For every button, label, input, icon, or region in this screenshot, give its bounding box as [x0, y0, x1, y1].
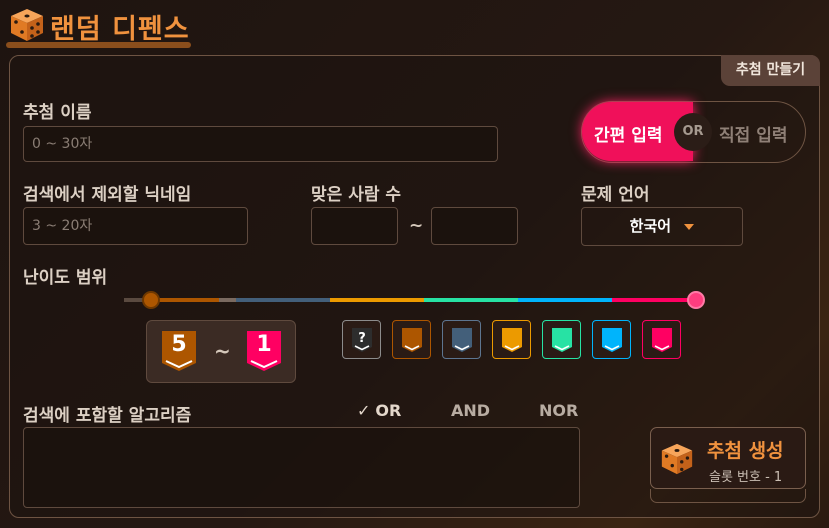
tier-button-gold[interactable]	[492, 320, 531, 359]
tier-button-silver[interactable]	[442, 320, 481, 359]
silver-tier-icon	[452, 328, 472, 352]
difficulty-label: 난이도 범위	[23, 268, 108, 288]
gold-tier-icon	[502, 328, 522, 352]
dice-logo-icon	[11, 9, 43, 41]
language-value: 한국어	[629, 217, 672, 235]
bronze-tier-icon	[402, 328, 422, 352]
max-tier-badge: 1	[247, 331, 281, 371]
ruby-tier-icon	[652, 328, 672, 352]
generate-button-shadow	[650, 489, 806, 503]
slot-number: 슬롯 번호 - 1	[709, 470, 783, 485]
solved-separator: ~	[409, 216, 424, 236]
slider-max-handle[interactable]	[687, 291, 705, 309]
caret-down-icon	[684, 223, 695, 230]
unrated-label: ?	[358, 331, 366, 346]
min-tier-number: 5	[171, 332, 187, 357]
generate-button[interactable]: 추첨 생성 슬롯 번호 - 1	[650, 427, 806, 489]
tier-button-ruby[interactable]	[642, 320, 681, 359]
difficulty-range-display: 5 ~ 1	[146, 320, 296, 383]
algo-mode-and[interactable]: AND	[451, 401, 490, 420]
dice-icon	[661, 443, 693, 475]
exclude-label: 검색에서 제외할 닉네임	[23, 185, 192, 205]
tier-button-platinum[interactable]	[542, 320, 581, 359]
tier-button-diamond[interactable]	[592, 320, 631, 359]
name-label: 추첨 이름	[23, 103, 92, 123]
tier-button-bronze[interactable]	[392, 320, 431, 359]
diamond-tier-icon	[602, 328, 622, 352]
exclude-placeholder: 3 ~ 20자	[32, 218, 93, 234]
input-mode-toggle[interactable]: 간편 입력 OR 직접 입력	[581, 101, 806, 163]
algo-mode-nor[interactable]: NOR	[539, 401, 578, 420]
algo-mode-or[interactable]: ✓ OR	[357, 401, 401, 420]
direct-input-option[interactable]: 직접 입력	[719, 121, 787, 146]
name-input[interactable]: 0 ~ 30자	[23, 126, 498, 162]
toggle-or-badge: OR	[674, 113, 712, 151]
unrated-tier-icon: ?	[352, 328, 372, 352]
app-header: 랜덤 디펜스	[6, 4, 191, 48]
check-icon: ✓	[357, 401, 371, 420]
language-select[interactable]: 한국어	[581, 207, 743, 246]
exclude-input[interactable]: 3 ~ 20자	[23, 207, 248, 245]
min-tier-badge: 5	[162, 331, 196, 371]
solved-count-label: 맞은 사람 수	[311, 185, 402, 205]
solved-max-input[interactable]	[431, 207, 518, 245]
language-label: 문제 언어	[581, 185, 650, 205]
max-tier-number: 1	[256, 332, 272, 357]
algo-mode-or-label: OR	[375, 401, 402, 420]
platinum-tier-icon	[552, 328, 572, 352]
solved-min-input[interactable]	[311, 207, 398, 245]
algorithm-input[interactable]	[23, 427, 580, 508]
difficulty-separator: ~	[214, 339, 231, 363]
slider-min-handle[interactable]	[142, 291, 160, 309]
tier-button-unrated[interactable]: ?	[342, 320, 381, 359]
simple-input-option[interactable]: 간편 입력	[594, 121, 662, 146]
difficulty-slider-track[interactable]	[124, 298, 696, 302]
algorithm-label: 검색에 포함할 알고리즘	[23, 406, 192, 426]
generate-label: 추첨 생성	[707, 440, 784, 462]
make-raffle-tab[interactable]: 추첨 만들기	[721, 55, 820, 86]
app-title: 랜덤 디펜스	[50, 14, 190, 45]
name-placeholder: 0 ~ 30자	[32, 136, 93, 152]
